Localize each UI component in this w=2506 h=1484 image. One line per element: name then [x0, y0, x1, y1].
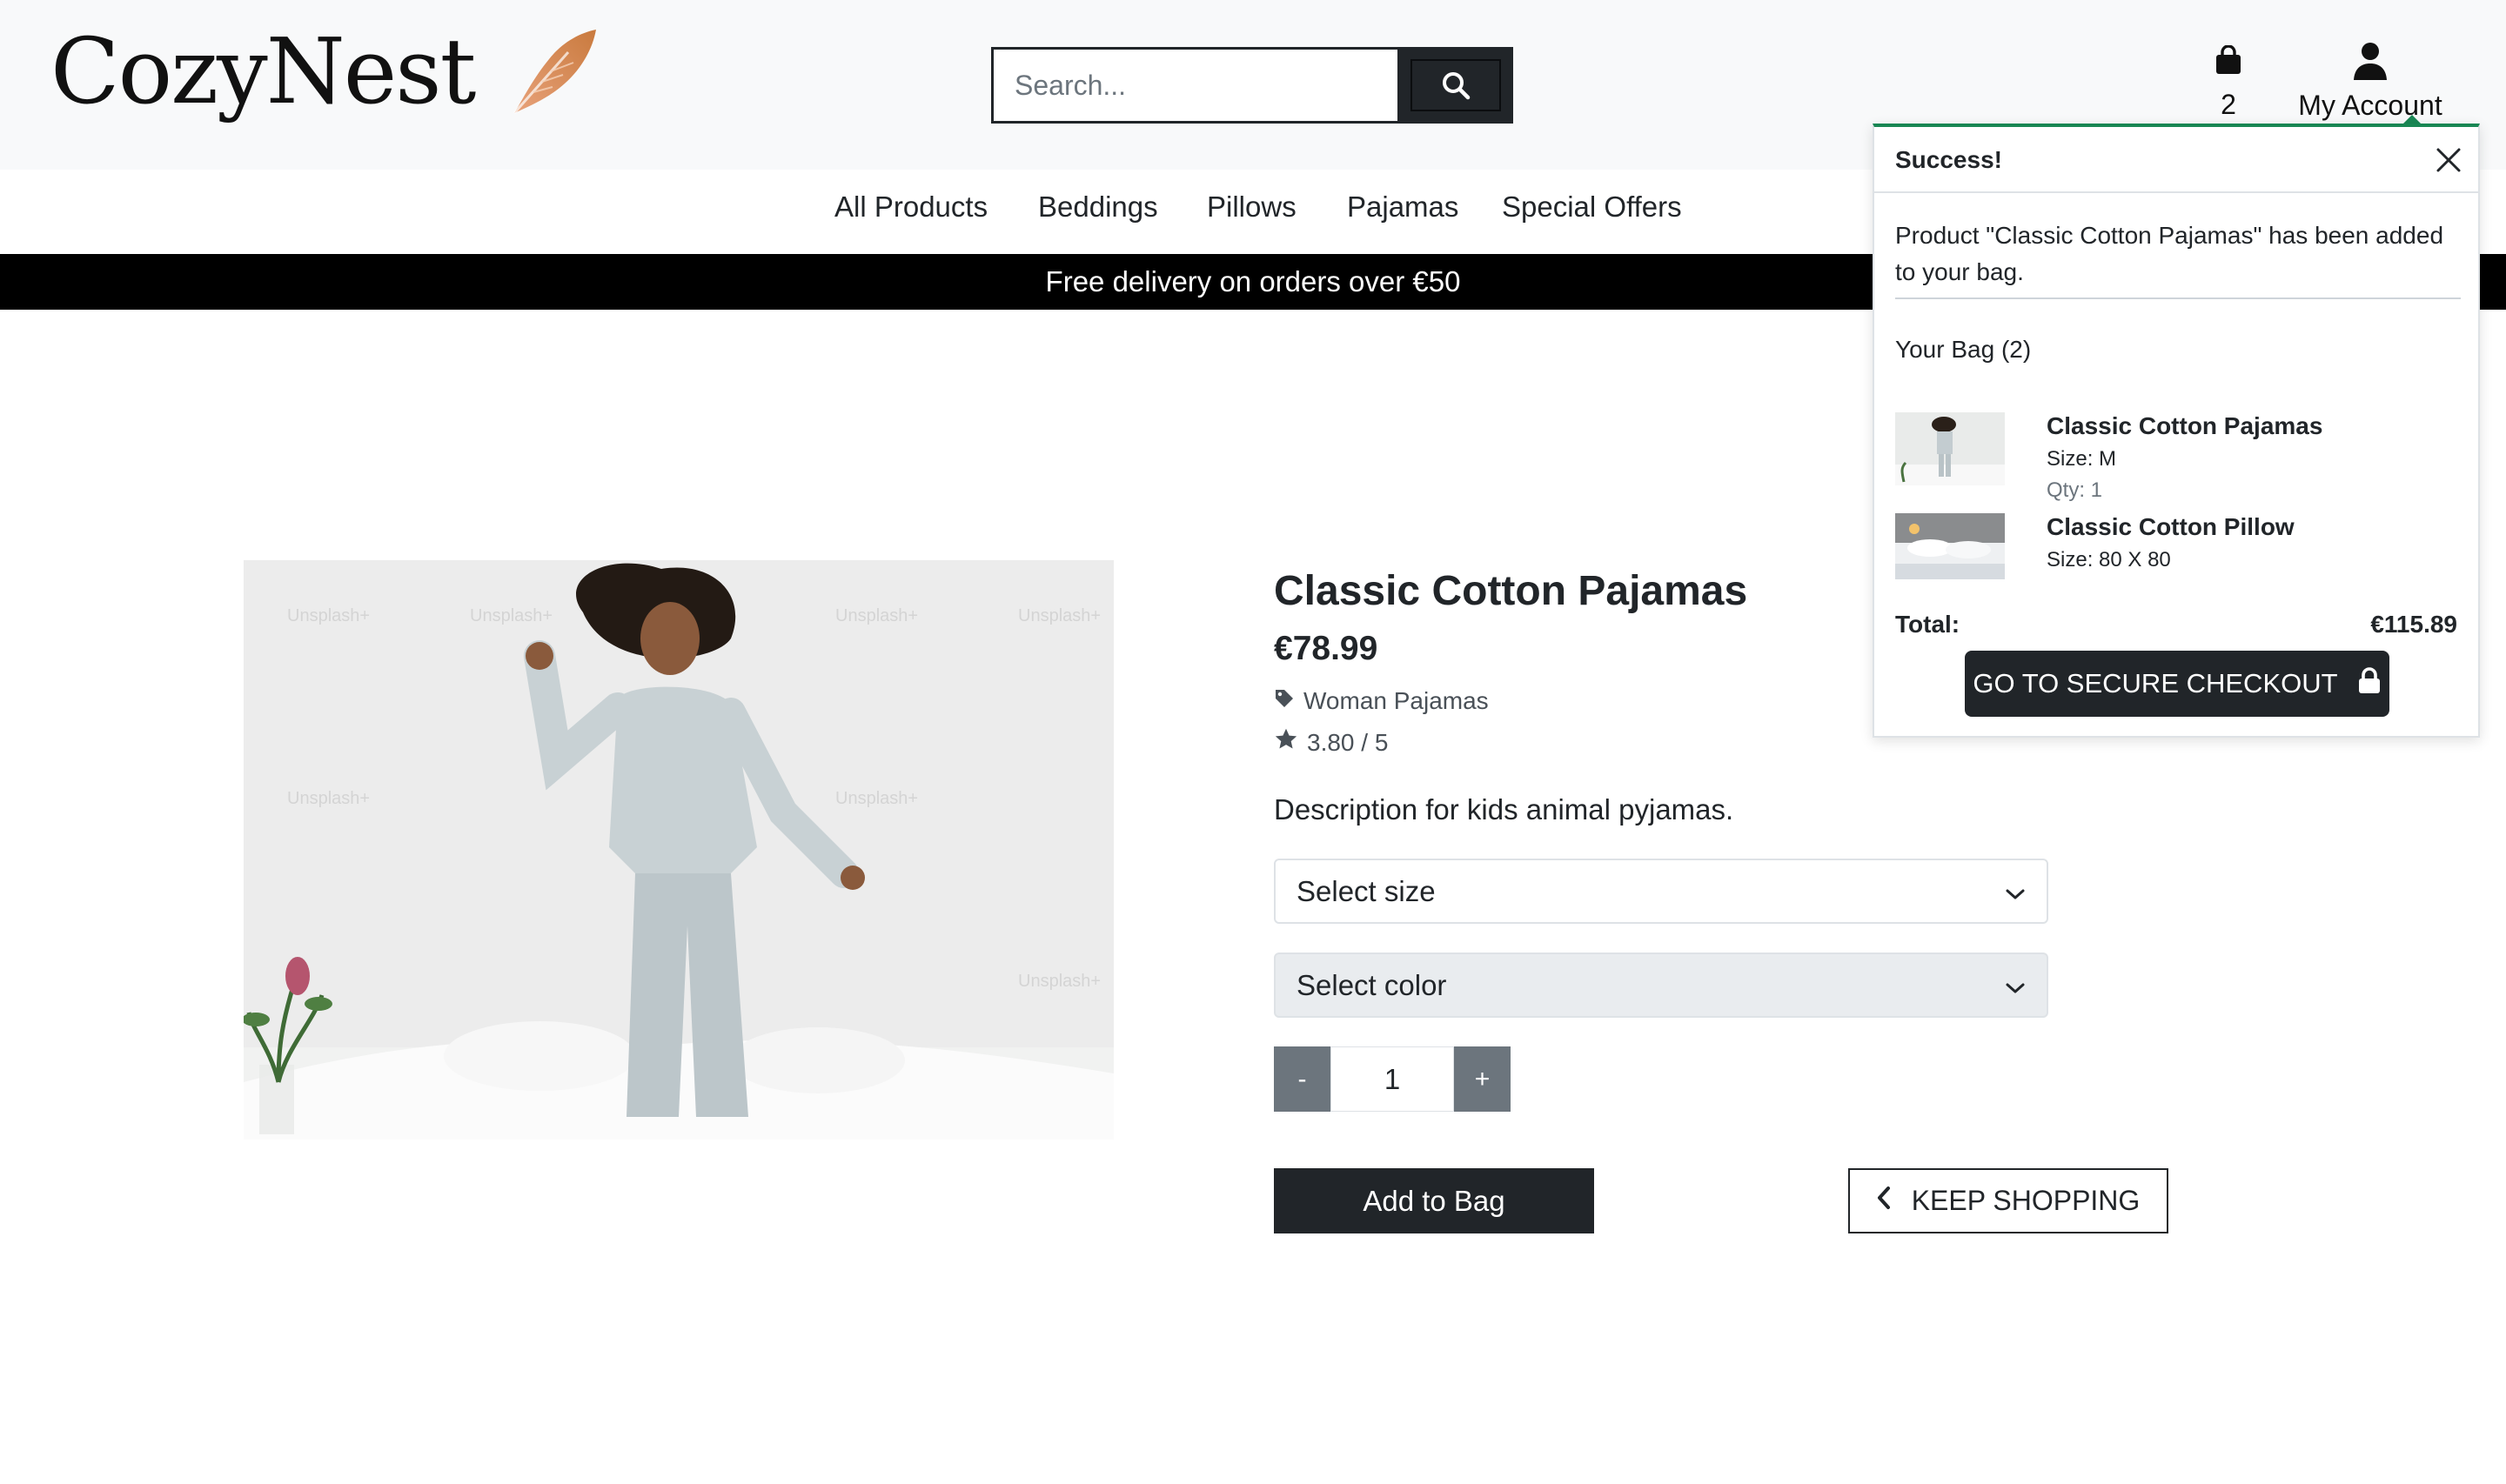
quantity-decrease-button[interactable]: -	[1274, 1046, 1330, 1112]
my-account-label: My Account	[2298, 90, 2442, 121]
nav-special-offers[interactable]: Special Offers	[1502, 191, 1682, 224]
secure-checkout-button[interactable]: GO TO SECURE CHECKOUT	[1965, 651, 2389, 717]
bag-item-thumbnail	[1895, 513, 2005, 579]
search-input[interactable]	[991, 47, 1397, 124]
feather-logo-icon	[507, 26, 598, 117]
toast-message: Product "Classic Cotton Pajamas" has bee…	[1895, 222, 2444, 285]
bag-item-thumbnail	[1895, 412, 2005, 485]
quantity-stepper: - 1 +	[1274, 1046, 1511, 1112]
search-button[interactable]	[1397, 47, 1513, 124]
keep-shopping-label: KEEP SHOPPING	[1911, 1185, 2141, 1216]
svg-text:Unsplash+: Unsplash+	[470, 606, 553, 625]
keep-shopping-button[interactable]: KEEP SHOPPING	[1848, 1168, 2168, 1233]
product-category-label: Woman Pajamas	[1303, 687, 1489, 714]
product-price: €78.99	[1274, 630, 1378, 667]
toast-total-label: Total:	[1895, 611, 1960, 638]
bag-item-size: Size: 80 X 80	[2047, 548, 2171, 572]
product-category[interactable]: Woman Pajamas	[1274, 687, 1489, 715]
nav-all-products[interactable]: All Products	[834, 191, 988, 224]
toast-bag-heading: Your Bag (2)	[1895, 336, 2032, 363]
nav-pillows[interactable]: Pillows	[1207, 191, 1297, 224]
user-icon	[2353, 43, 2388, 84]
product-title: Classic Cotton Pajamas	[1274, 568, 1748, 614]
chevron-left-icon	[1877, 1185, 1912, 1217]
product-rating-value: 3.80 / 5	[1307, 728, 1389, 756]
close-icon[interactable]	[2431, 143, 2466, 177]
quantity-input[interactable]: 1	[1330, 1046, 1454, 1112]
svg-text:Unsplash+: Unsplash+	[835, 606, 918, 625]
toast-total-value: €115.89	[2370, 611, 2457, 638]
search-icon	[1410, 59, 1501, 111]
toast-divider	[1895, 297, 2461, 299]
bag-item-name: Classic Cotton Pajamas	[2047, 412, 2323, 439]
toast-title: Success!	[1895, 146, 2002, 173]
my-account-link[interactable]: My Account	[2290, 42, 2450, 122]
product-image: Unsplash+ Unsplash+ Unsplash+ Unsplash+ Uns…	[244, 560, 1114, 1140]
toast-pointer	[2403, 115, 2421, 124]
search-bar	[991, 47, 1513, 124]
shopping-bag-button[interactable]	[2210, 44, 2247, 79]
bag-item-size: Size: M	[2047, 447, 2117, 471]
svg-text:Unsplash+: Unsplash+	[287, 789, 370, 808]
chevron-down-icon	[2005, 875, 2026, 908]
shopping-bag-icon	[2215, 44, 2242, 78]
add-to-bag-button[interactable]: Add to Bag	[1274, 1168, 1594, 1233]
star-icon	[1274, 727, 1307, 758]
color-select[interactable]: Select color	[1274, 953, 2048, 1018]
svg-text:Unsplash+: Unsplash+	[835, 789, 918, 808]
bag-toast: Success! Product "Classic Cotton Pajamas…	[1873, 124, 2480, 738]
product-description: Description for kids animal pyjamas.	[1274, 793, 1734, 826]
brand-logo[interactable]: CozyNest	[50, 26, 598, 117]
toast-header: Success!	[1874, 127, 2478, 193]
brand-name: CozyNest	[50, 18, 476, 124]
lock-icon	[2338, 666, 2382, 701]
nav-pajamas[interactable]: Pajamas	[1347, 191, 1458, 224]
checkout-label: GO TO SECURE CHECKOUT	[1973, 668, 2338, 699]
bag-count[interactable]: 2	[2201, 89, 2255, 121]
product-rating: 3.80 / 5	[1274, 727, 1388, 758]
svg-text:Unsplash+: Unsplash+	[1018, 606, 1101, 625]
chevron-down-icon	[2005, 969, 2026, 1002]
bag-item-qty: Qty: 1	[2047, 478, 2103, 502]
size-select[interactable]: Select size	[1274, 859, 2048, 924]
tag-icon	[1274, 687, 1303, 715]
quantity-increase-button[interactable]: +	[1454, 1046, 1511, 1112]
bag-item-name: Classic Cotton Pillow	[2047, 513, 2295, 540]
svg-text:Unsplash+: Unsplash+	[1018, 972, 1101, 991]
size-select-value: Select size	[1297, 874, 1436, 907]
nav-beddings[interactable]: Beddings	[1038, 191, 1158, 224]
svg-text:Unsplash+: Unsplash+	[287, 606, 370, 625]
color-select-value: Select color	[1297, 968, 1447, 1001]
